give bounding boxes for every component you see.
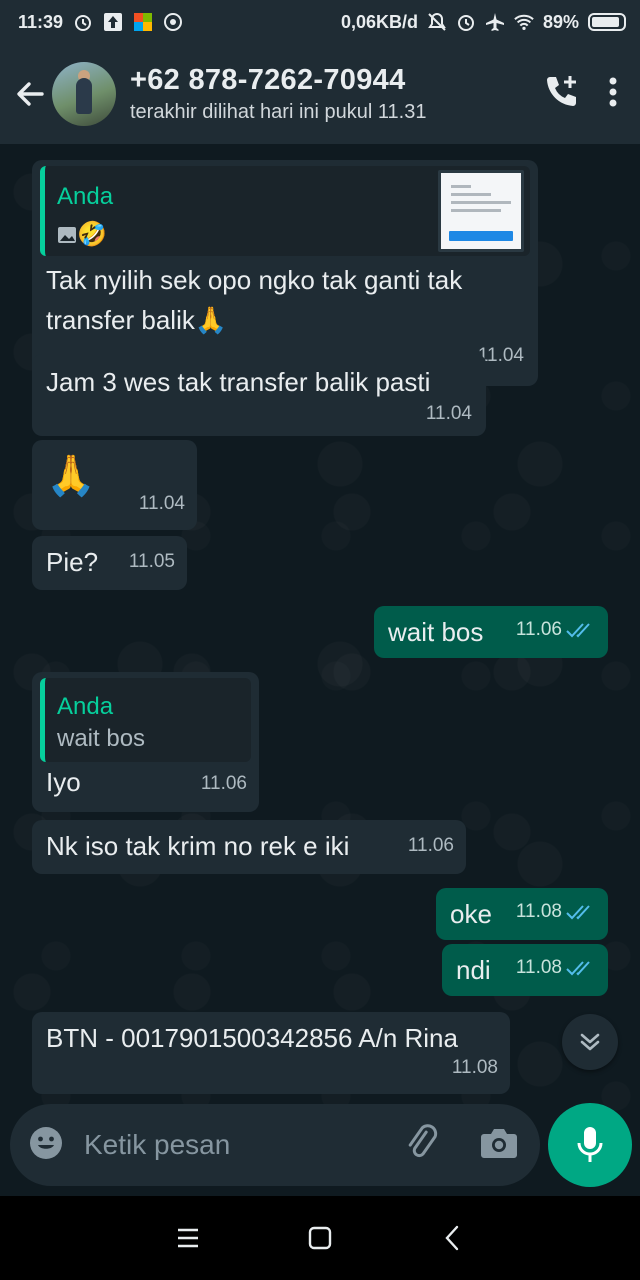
message-text: oke [450, 899, 492, 929]
quote-text: wait bos [57, 725, 146, 752]
message-text: 🙏 [46, 454, 96, 498]
attach-button[interactable] [402, 1123, 442, 1168]
voice-record-button[interactable] [548, 1103, 632, 1187]
read-ticks-icon [566, 623, 590, 638]
square-icon [308, 1226, 332, 1250]
airplane-icon [485, 12, 505, 32]
battery-percent: 89% [542, 11, 579, 32]
input-placeholder: Ketik pesan [84, 1129, 231, 1160]
read-ticks-icon [566, 905, 590, 920]
photo-icon [58, 227, 76, 243]
message-text: Nk iso tak krim no rek e iki [46, 831, 350, 861]
message-outgoing[interactable]: ndi 11.08 [442, 944, 608, 996]
message-incoming[interactable]: Jam 3 wes tak transfer balik pasti 11.04 [32, 354, 486, 436]
message-incoming[interactable]: Pie? 11.05 [32, 536, 187, 590]
phone-plus-icon [547, 75, 576, 106]
avatar[interactable] [52, 62, 116, 126]
message-time: 11.08 [451, 1057, 498, 1078]
emoji-icon [30, 1126, 62, 1159]
quote-emoji: 🤣 [77, 221, 107, 248]
message-outgoing[interactable]: oke 11.08 [436, 888, 608, 940]
camera-button[interactable] [480, 1126, 518, 1165]
composer-row: Ketik pesan [0, 1100, 640, 1196]
message-time: 11.08 [515, 957, 562, 978]
message-input[interactable]: Ketik pesan [10, 1104, 540, 1186]
message-text: Tak nyilih sek opo ngko tak ganti tak tr… [46, 265, 463, 335]
message-time: 11.06 [515, 619, 562, 640]
back-nav-button[interactable] [432, 1218, 472, 1258]
message-text: BTN - 0017901500342856 A/n Rina [46, 1023, 458, 1053]
menu-lines-icon [178, 1228, 198, 1248]
battery-icon [588, 13, 626, 31]
mute-icon [427, 12, 447, 32]
home-button[interactable] [300, 1218, 340, 1258]
add-call-button[interactable] [542, 73, 580, 116]
quoted-message[interactable]: Anda 🤣 [40, 166, 530, 256]
more-vertical-icon [609, 77, 617, 106]
arrow-left-icon [17, 82, 44, 106]
message-text: ndi [456, 955, 491, 985]
app-icon [133, 12, 153, 32]
message-time: 11.05 [128, 551, 175, 572]
double-chevron-down-icon [580, 1033, 600, 1051]
message-time: 11.06 [200, 773, 247, 794]
contact-name: +62 878-7262-70944 [130, 64, 406, 96]
back-button[interactable] [2, 66, 58, 122]
recents-button[interactable] [168, 1218, 208, 1258]
menu-button[interactable] [608, 76, 618, 113]
camera-icon [481, 1128, 517, 1158]
paperclip-icon [408, 1123, 438, 1157]
chat-area[interactable]: Anda 🤣 Tak nyilih sek opo ngko tak ganti… [0, 144, 640, 1196]
read-ticks-icon [566, 961, 590, 976]
alarm-icon [73, 12, 93, 32]
status-bar: 11:39 0,06KB/d 89% [0, 0, 640, 44]
message-incoming[interactable]: Nk iso tak krim no rek e iki 11.06 [32, 820, 466, 874]
quoted-image-thumbnail [438, 170, 524, 252]
message-time: 11.06 [407, 835, 454, 856]
message-incoming[interactable]: Anda 🤣 Tak nyilih sek opo ngko tak ganti… [32, 160, 538, 386]
chat-notification-icon [163, 12, 183, 32]
quote-author: Anda [57, 693, 114, 720]
message-text: Pie? [46, 547, 99, 577]
message-text: Jam 3 wes tak transfer balik pasti [46, 367, 431, 397]
message-text: Iyo [46, 767, 81, 797]
scroll-to-bottom-button[interactable] [562, 1014, 618, 1070]
emoji-button[interactable] [28, 1125, 64, 1166]
status-time: 11:39 [18, 11, 64, 32]
message-incoming[interactable]: 🙏 11.04 [32, 440, 197, 530]
contact-info[interactable]: +62 878-7262-70944 terakhir dilihat hari… [130, 64, 426, 124]
chat-header: +62 878-7262-70944 terakhir dilihat hari… [0, 44, 640, 144]
message-outgoing[interactable]: wait bos 11.06 [374, 606, 608, 658]
upload-icon [103, 12, 123, 32]
network-speed: 0,06KB/d [340, 11, 418, 32]
message-time: 11.04 [425, 403, 472, 424]
message-time: 11.08 [515, 901, 562, 922]
chevron-left-icon [445, 1225, 459, 1251]
message-time: 11.04 [138, 493, 185, 514]
system-navigation-bar [0, 1196, 640, 1280]
alarm-icon [456, 12, 476, 32]
quoted-message[interactable]: Anda wait bos [40, 678, 251, 762]
message-incoming[interactable]: BTN - 0017901500342856 A/n Rina 11.08 [32, 1012, 510, 1094]
microphone-icon [577, 1127, 603, 1162]
wifi-icon [514, 12, 534, 32]
last-seen-status: terakhir dilihat hari ini pukul 11.31 [130, 101, 427, 123]
message-text: wait bos [388, 617, 484, 647]
message-incoming[interactable]: Anda wait bos Iyo 11.06 [32, 672, 259, 812]
